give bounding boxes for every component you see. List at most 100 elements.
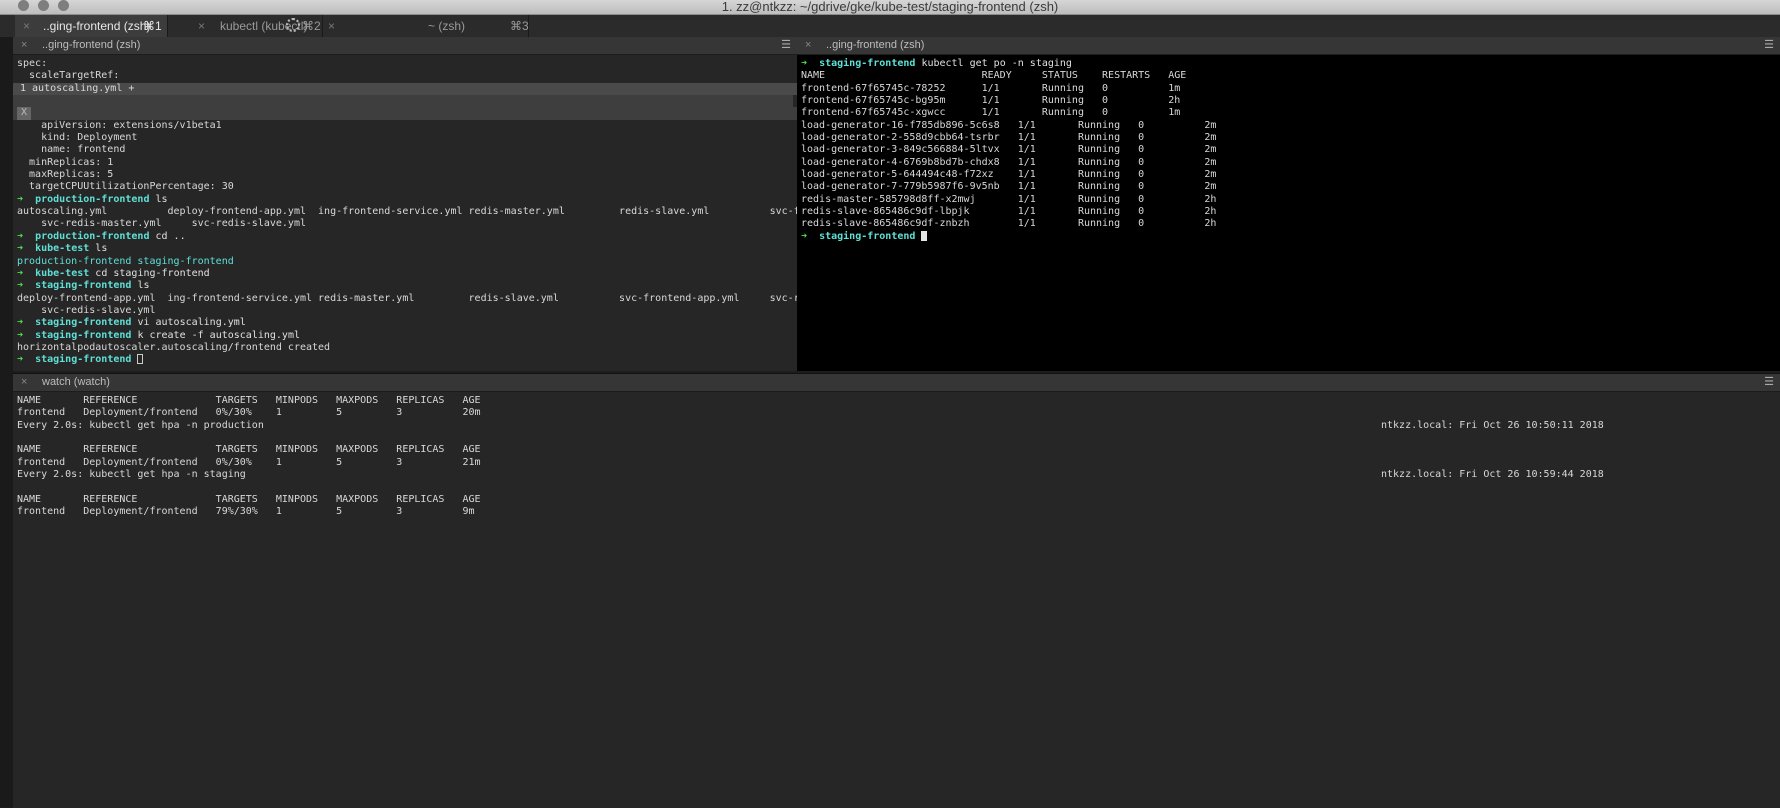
prompt-directory: staging-frontend — [35, 329, 132, 341]
output-line: redis-slave-865486c9df-znbzh 1/1 Running… — [801, 218, 1217, 230]
watch-header-line: Every 2.0s: kubectl get hpa -n productio… — [17, 420, 1780, 432]
output-line: maxReplicas: 5 — [17, 169, 114, 181]
output-line: minReplicas: 1 — [17, 156, 114, 168]
cursor — [921, 230, 928, 241]
terminal-output[interactable]: ➜ staging-frontend kubectl get po -n sta… — [797, 55, 1780, 371]
pane-menu-icon[interactable]: ☰ — [781, 37, 791, 54]
prompt-command: cd .. — [155, 230, 186, 242]
output-line: frontend-67f65745c-bg95m 1/1 Running 0 2… — [801, 95, 1181, 107]
watch-header-line: Every 2.0s: kubectl get hpa -n staging nt… — [17, 469, 1780, 481]
prompt-directory: staging-frontend — [35, 317, 132, 329]
prompt-arrow-icon: ➜ — [17, 354, 24, 366]
prompt-line: ➜ staging-frontend k create -f autoscali… — [17, 330, 797, 342]
output-line: load-generator-4-6769b8bd7b-chdx8 1/1 Ru… — [801, 156, 1217, 168]
pane-header: × ..ging-frontend (zsh) ☰ — [13, 37, 797, 55]
terminal-output[interactable]: NAME REFERENCE TARGETS MINPODS MAXPODS R… — [13, 392, 1780, 808]
pane-title: ..ging-frontend (zsh) — [42, 39, 141, 51]
prompt-line: ➜ staging-frontend ls — [17, 280, 797, 292]
output-line: autoscaling.yml deploy-frontend-app.yml … — [17, 206, 798, 218]
output-line: svc-redis-slave.yml — [17, 304, 156, 316]
right-terminal-pane[interactable]: × ..ging-frontend (zsh) ☰ ➜ staging-fron… — [797, 37, 1780, 371]
tab-bar: × ..ging-frontend (zsh) ⌘1 × kubectl (ku… — [0, 15, 1780, 38]
close-tab-icon[interactable]: × — [328, 15, 335, 37]
prompt-command: ls — [95, 243, 108, 255]
tab-shortcut: ⌘2 — [302, 19, 321, 33]
prompt-command: kubectl get po -n staging — [921, 58, 1072, 69]
prompt-line: ➜ production-frontend ls — [17, 194, 797, 206]
tab-label: ~ (zsh) — [428, 19, 466, 33]
watch-command: Every 2.0s: kubectl get hpa -n staging — [17, 469, 246, 481]
watch-timestamp: ntkzz.local: Fri Oct 26 10:50:11 2018 — [1381, 419, 1604, 431]
terminal-output[interactable]: spec: scaleTargetRef: 1 autoscaling.yml +… — [13, 55, 797, 371]
output-line: load-generator-16-f785db896-5c6s8 1/1 Ru… — [801, 119, 1217, 131]
output-line: deploy-frontend-app.yml ing-frontend-ser… — [17, 292, 798, 304]
output-line: targetCPUUtilizationPercentage: 30 — [17, 181, 234, 193]
prompt-line: ➜ staging-frontend — [17, 354, 797, 366]
tab-shortcut: ⌘1 — [143, 19, 162, 33]
vim-tabline: 1 autoscaling.yml + — [13, 82, 797, 96]
output-line: load-generator-5-644494c48-f72xz 1/1 Run… — [801, 169, 1217, 181]
vim-close-button[interactable]: X — [17, 107, 32, 120]
output-line: scaleTargetRef: — [17, 70, 120, 82]
output-line: spec: — [17, 58, 48, 69]
output-line: svc-redis-master.yml svc-redis-slave.yml — [17, 218, 306, 230]
prompt-arrow-icon: ➜ — [801, 230, 808, 242]
tab-2[interactable]: × kubectl (kubectl) ⌘2 — [168, 15, 323, 37]
prompt-arrow-icon: ➜ — [801, 58, 808, 69]
vim-blank-line — [13, 95, 793, 108]
prompt-arrow-icon: ➜ — [17, 317, 24, 329]
busy-spinner-icon — [286, 15, 300, 37]
output-line: NAME REFERENCE TARGETS MINPODS MAXPODS R… — [17, 493, 481, 505]
output-line: name: frontend — [17, 144, 126, 156]
pane-menu-icon[interactable]: ☰ — [1764, 37, 1774, 54]
prompt-directory: kube-test — [35, 267, 90, 279]
left-terminal-pane[interactable]: × ..ging-frontend (zsh) ☰ spec: scaleTar… — [13, 37, 798, 371]
window-titlebar: 1. zz@ntkzz: ~/gdrive/gke/kube-test/stag… — [0, 0, 1780, 15]
output-line: frontend-67f65745c-78252 1/1 Running 0 1… — [801, 82, 1181, 94]
tab-3[interactable]: × ~ (zsh) ⌘3 — [323, 15, 529, 37]
window-title: 1. zz@ntkzz: ~/gdrive/gke/kube-test/stag… — [721, 0, 1059, 14]
tab-label: ..ging-frontend (zsh) — [43, 19, 151, 33]
prompt-line: ➜ staging-frontend — [801, 230, 1780, 243]
tab-shortcut: ⌘3 — [510, 19, 529, 33]
prompt-arrow-icon: ➜ — [17, 230, 24, 242]
output-line: frontend Deployment/frontend 79%/30% 1 5… — [17, 506, 475, 518]
prompt-directory: staging-frontend — [35, 354, 132, 366]
cursor — [137, 354, 144, 365]
vim-close-line: X — [13, 107, 797, 120]
prompt-directory: kube-test — [35, 243, 90, 255]
pane-header: × ..ging-frontend (zsh) ☰ — [797, 37, 1780, 55]
bottom-terminal-pane[interactable]: × watch (watch) ☰ NAME REFERENCE TARGETS… — [13, 373, 1780, 808]
output-line: redis-slave-865486c9df-lbpjk 1/1 Running… — [801, 206, 1217, 218]
output-line: NAME READY STATUS RESTARTS AGE — [801, 70, 1187, 82]
close-pane-icon[interactable]: × — [805, 37, 811, 54]
output-line: frontend-67f65745c-xgwcc 1/1 Running 0 1… — [801, 107, 1181, 119]
prompt-command: ls — [155, 193, 168, 205]
output-line: frontend Deployment/frontend 0%/30% 1 5 … — [17, 407, 481, 419]
tab-1[interactable]: × ..ging-frontend (zsh) ⌘1 — [15, 15, 168, 37]
close-tab-icon[interactable]: × — [23, 15, 30, 37]
prompt-directory: staging-frontend — [819, 230, 916, 242]
prompt-directory: staging-frontend — [35, 280, 132, 292]
prompt-line: ➜ staging-frontend kubectl get po -n sta… — [801, 58, 1780, 70]
close-pane-icon[interactable]: × — [21, 374, 27, 391]
pane-menu-icon[interactable]: ☰ — [1764, 374, 1774, 391]
prompt-arrow-icon: ➜ — [17, 267, 24, 279]
prompt-arrow-icon: ➜ — [17, 193, 24, 205]
prompt-arrow-icon: ➜ — [17, 329, 24, 341]
watch-timestamp: ntkzz.local: Fri Oct 26 10:59:44 2018 — [1381, 469, 1604, 481]
prompt-command: k create -f autoscaling.yml — [137, 329, 300, 341]
close-pane-icon[interactable]: × — [21, 37, 27, 54]
prompt-command: vi autoscaling.yml — [137, 317, 246, 329]
prompt-command: cd staging-frontend — [95, 267, 210, 279]
output-line: load-generator-3-849c566884-5ltvx 1/1 Ru… — [801, 144, 1217, 156]
output-line: kind: Deployment — [17, 132, 138, 144]
close-tab-icon[interactable]: × — [198, 15, 205, 37]
output-line: NAME REFERENCE TARGETS MINPODS MAXPODS R… — [17, 395, 481, 406]
output-line: horizontalpodautoscaler.autoscaling/fron… — [17, 341, 331, 353]
pane-title: watch (watch) — [42, 376, 110, 388]
output-line: load-generator-2-558d9cbb64-tsrbr 1/1 Ru… — [801, 132, 1217, 144]
pane-header: × watch (watch) ☰ — [13, 374, 1780, 392]
